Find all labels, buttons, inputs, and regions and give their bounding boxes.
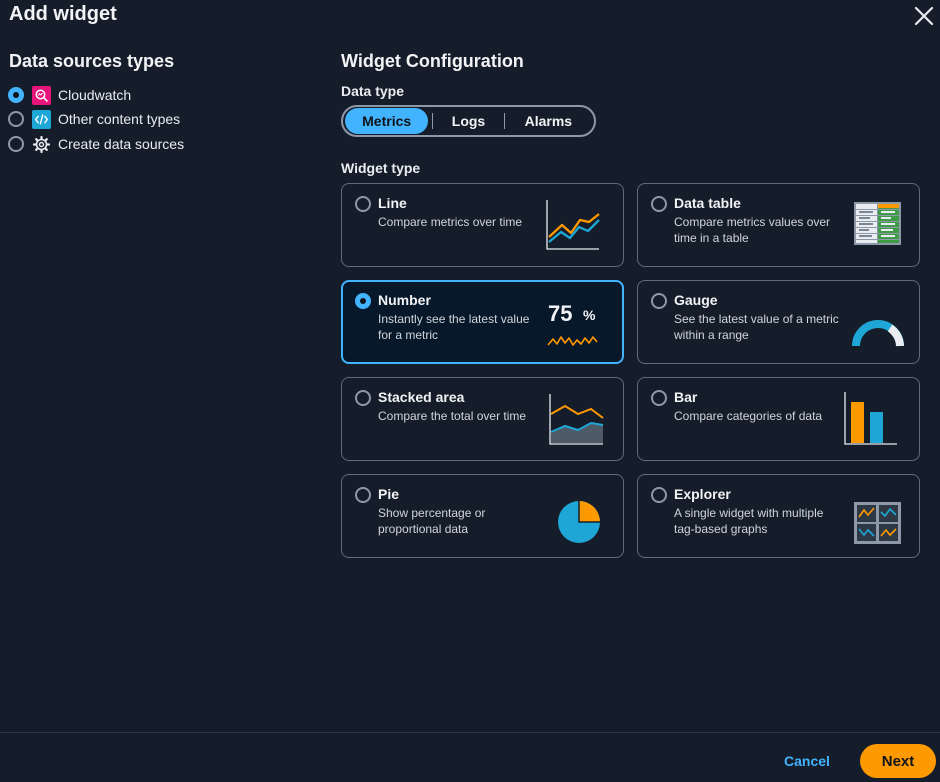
source-option-cloudwatch[interactable]: Cloudwatch [8, 85, 131, 105]
widget-title-number: Number [378, 292, 431, 308]
widget-radio-number[interactable] [355, 293, 371, 309]
cloudwatch-radio[interactable] [8, 87, 24, 103]
widget-title-line: Line [378, 195, 407, 211]
gear-icon [32, 135, 51, 154]
gauge-icon [839, 291, 905, 351]
widget-title-data-table: Data table [674, 195, 741, 211]
widget-desc-line: Compare metrics over time [378, 215, 523, 229]
number-icon-value: 75 [548, 301, 572, 326]
widget-configuration-heading: Widget Configuration [341, 51, 524, 71]
data-table-icon [839, 194, 905, 254]
widget-card-data-table[interactable]: Data table Compare metrics values over t… [637, 183, 920, 267]
segment-logs[interactable]: Logs [433, 108, 503, 134]
widget-radio-bar[interactable] [651, 390, 667, 406]
widget-desc-explorer: A single widget with multiple tag-based … [674, 506, 824, 536]
code-icon [32, 109, 51, 129]
widget-radio-data-table[interactable] [651, 196, 667, 212]
source-option-other-content[interactable]: Other content types [8, 109, 180, 129]
number-icon-unit: % [583, 307, 596, 323]
widget-desc-pie: Show percentage or proportional data [378, 506, 486, 536]
widget-card-gauge[interactable]: Gauge See the latest value of a metric w… [637, 280, 920, 364]
cloudwatch-icon [32, 85, 51, 105]
widget-radio-gauge[interactable] [651, 293, 667, 309]
modal-title: Add widget [9, 3, 117, 25]
close-icon[interactable] [912, 4, 936, 28]
add-widget-modal: Add widget Data sources types Cloudwatch [0, 0, 940, 782]
widget-title-pie: Pie [378, 486, 400, 502]
widget-radio-stacked-area[interactable] [355, 390, 371, 406]
segment-alarms[interactable]: Alarms [505, 108, 592, 134]
cancel-button[interactable]: Cancel [784, 753, 830, 769]
other-content-radio[interactable] [8, 111, 24, 127]
stacked-area-icon [543, 388, 609, 448]
pie-chart-icon [543, 485, 609, 545]
data-type-segmented-control: Metrics Logs Alarms [341, 105, 596, 137]
widget-card-explorer[interactable]: Explorer A single widget with multiple t… [637, 474, 920, 558]
widget-radio-explorer[interactable] [651, 487, 667, 503]
widget-desc-bar: Compare categories of data [674, 409, 823, 423]
number-icon: 75 % [542, 292, 608, 352]
create-data-sources-radio[interactable] [8, 136, 24, 152]
widget-card-stacked-area[interactable]: Stacked area Compare the total over time [341, 377, 624, 461]
data-type-label: Data type [341, 83, 405, 99]
source-label-other-content: Other content types [58, 111, 181, 127]
widget-card-bar[interactable]: Bar Compare categories of data [637, 377, 920, 461]
data-sources-heading: Data sources types [9, 51, 175, 71]
footer-divider [0, 732, 940, 733]
source-label-cloudwatch: Cloudwatch [58, 87, 132, 103]
widget-title-explorer: Explorer [674, 486, 731, 502]
widget-desc-stacked-area: Compare the total over time [378, 409, 527, 423]
widget-card-line[interactable]: Line Compare metrics over time [341, 183, 624, 267]
next-button[interactable]: Next [860, 744, 936, 778]
widget-card-pie[interactable]: Pie Show percentage or proportional data [341, 474, 624, 558]
widget-radio-line[interactable] [355, 196, 371, 212]
widget-title-bar: Bar [674, 389, 698, 405]
segment-metrics[interactable]: Metrics [345, 108, 429, 134]
bar-chart-icon [839, 388, 905, 448]
widget-type-label: Widget type [341, 160, 421, 176]
source-option-create-data-sources[interactable]: Create data sources [8, 134, 184, 154]
widget-title-stacked-area: Stacked area [378, 389, 465, 405]
widget-title-gauge: Gauge [674, 292, 718, 308]
widget-desc-gauge: See the latest value of a metric within … [674, 312, 839, 342]
widget-desc-data-table: Compare metrics values over time in a ta… [674, 215, 831, 245]
widget-radio-pie[interactable] [355, 487, 371, 503]
explorer-icon [839, 485, 905, 545]
widget-card-number[interactable]: Number Instantly see the latest value fo… [341, 280, 624, 364]
source-label-create-data-sources: Create data sources [58, 136, 185, 152]
widget-desc-number: Instantly see the latest value for a met… [378, 312, 530, 342]
line-chart-icon [543, 194, 609, 254]
